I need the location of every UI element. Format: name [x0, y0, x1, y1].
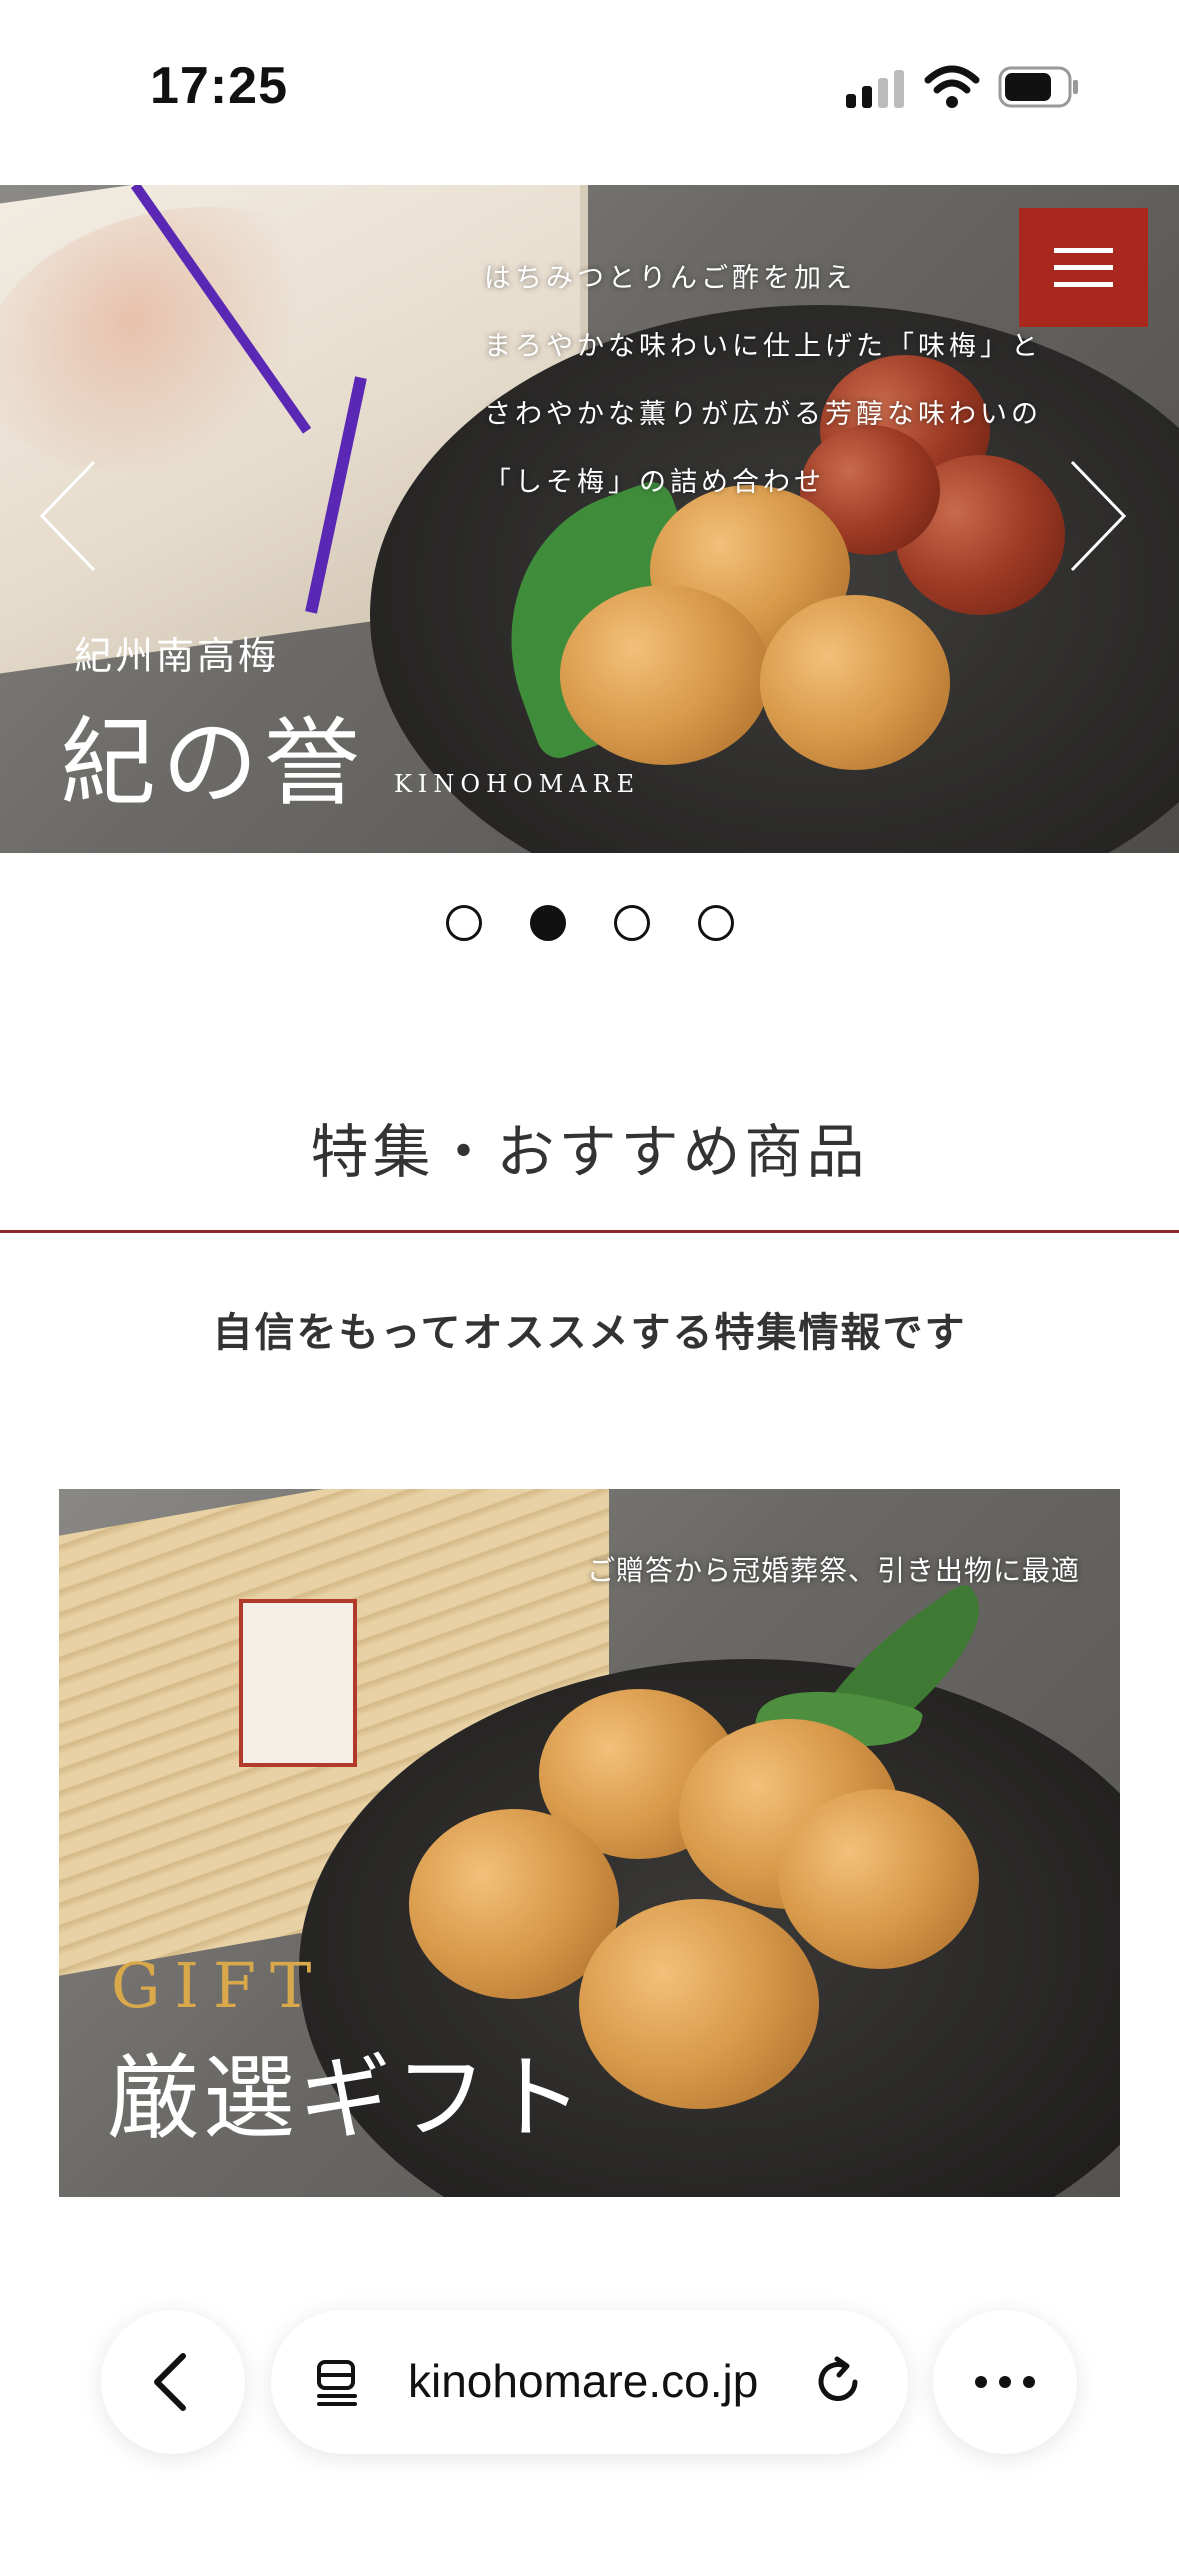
slide-dot-2[interactable] — [529, 905, 566, 941]
battery-icon — [998, 66, 1078, 108]
box-label-image — [239, 1599, 357, 1767]
gift-title: 厳選ギフト — [107, 2045, 588, 2152]
hero-roman-title: KINOHOMARE — [394, 770, 641, 798]
hero-line: まろやかな味わいに仕上げた「味梅」と — [484, 331, 1042, 362]
more-dots-icon — [975, 2376, 1035, 2388]
menu-icon — [1054, 248, 1113, 253]
chevron-right-icon[interactable] — [1070, 460, 1126, 572]
umeboshi-image — [560, 585, 770, 765]
section-subtitle: 自信をもってオススメする特集情報です — [212, 1310, 967, 1356]
url-text[interactable]: kinohomare.co.jp — [408, 2354, 758, 2408]
hero-line: 「しそ梅」の詰め合わせ — [484, 467, 825, 498]
chevron-left-icon[interactable] — [40, 460, 96, 572]
menu-icon — [1054, 282, 1113, 287]
hamburger-menu-button[interactable] — [1019, 208, 1148, 327]
page-menu-icon[interactable] — [315, 2358, 365, 2408]
menu-icon — [1054, 265, 1113, 270]
gift-english-title: GIFT — [111, 1949, 326, 2022]
slide-dot-4[interactable] — [697, 905, 734, 941]
section-title: 特集・おすすめ商品 — [310, 1118, 869, 1186]
hero-line: さわやかな薫りが広がる芳醇な味わいの — [484, 399, 1042, 430]
slider-pagination — [0, 905, 1179, 955]
wifi-icon — [924, 65, 980, 108]
hero-slider[interactable]: はちみつとりんご酢を加え まろやかな味わいに仕上げた「味梅」と さわやかな薫りが… — [0, 185, 1179, 853]
address-bar[interactable]: kinohomare.co.jp — [271, 2310, 908, 2454]
slide-dot-3[interactable] — [613, 905, 650, 941]
more-button[interactable] — [933, 2310, 1077, 2454]
hero-subtitle: 紀州南高梅 — [74, 634, 280, 678]
slide-dot-1[interactable] — [445, 905, 482, 941]
section-divider — [0, 1230, 1179, 1233]
cellular-signal-icon — [846, 70, 904, 108]
chevron-left-icon — [154, 2353, 186, 2411]
hero-line: はちみつとりんご酢を加え — [484, 263, 856, 294]
reload-icon[interactable] — [811, 2355, 865, 2409]
gift-feature-card[interactable]: ご贈答から冠婚葬祭、引き出物に最適 GIFT 厳選ギフト — [59, 1489, 1120, 2197]
back-button[interactable] — [101, 2310, 245, 2454]
umeboshi-image — [760, 595, 950, 770]
gift-caption: ご贈答から冠婚葬祭、引き出物に最適 — [586, 1554, 1080, 1587]
hero-description: はちみつとりんご酢を加え まろやかな味わいに仕上げた「味梅」と さわやかな薫りが… — [484, 245, 1042, 517]
status-time: 17:25 — [150, 57, 288, 115]
status-bar: 17:25 — [0, 0, 1179, 180]
umeboshi-image — [779, 1789, 979, 1969]
hero-title: 紀の誉 — [60, 707, 366, 819]
umeboshi-image — [579, 1899, 819, 2109]
